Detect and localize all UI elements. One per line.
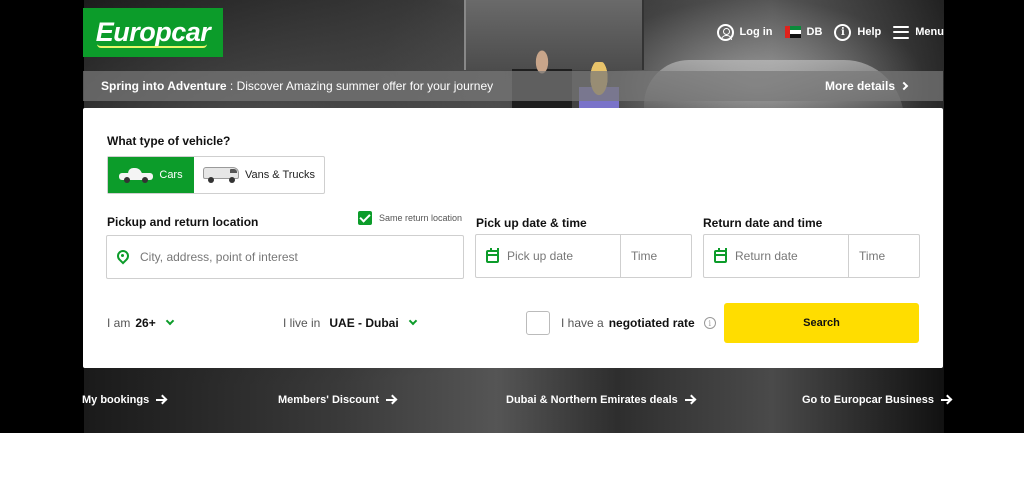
- arrow-right-icon: [156, 395, 166, 405]
- user-icon: [716, 23, 734, 41]
- vehicle-option-vans-trucks[interactable]: Vans & Trucks: [194, 157, 324, 193]
- login-link[interactable]: Log in: [716, 23, 773, 41]
- more-details-link[interactable]: More details: [824, 79, 909, 93]
- return-time-input[interactable]: Time: [848, 235, 919, 277]
- return-label: Return date and time: [703, 216, 823, 230]
- arrow-right-icon: [941, 395, 951, 405]
- age-value: 26+: [135, 316, 156, 330]
- negotiated-rate-checkbox[interactable]: [526, 311, 550, 335]
- residence-prefix: I live in: [283, 316, 321, 330]
- link-members-discount[interactable]: Members' Discount: [278, 394, 396, 406]
- promo-title: Spring into Adventure: [101, 79, 227, 93]
- location-pin-icon: [117, 250, 128, 264]
- promo-description: Discover Amazing summer offer for your j…: [236, 79, 494, 93]
- login-label: Log in: [739, 26, 773, 38]
- link-europcar-business[interactable]: Go to Europcar Business: [802, 394, 951, 406]
- vehicle-option-cars[interactable]: Cars: [108, 157, 194, 193]
- logo-swoosh-icon: [97, 44, 207, 48]
- car-icon: [119, 168, 154, 183]
- vehicle-option-label: Vans & Trucks: [244, 169, 316, 181]
- menu-label: Menu: [915, 26, 944, 38]
- country-selector[interactable]: DB: [784, 26, 823, 38]
- checkbox-checked-icon: [358, 211, 372, 225]
- negotiated-bold-label: negotiated rate: [608, 316, 695, 330]
- location-placeholder: City, address, point of interest: [140, 250, 298, 264]
- promo-text: Spring into Adventure : Discover Amazing…: [101, 79, 493, 93]
- negotiated-prefix: I have a: [561, 316, 604, 330]
- location-label: Pickup and return location: [107, 215, 259, 229]
- country-code: DB: [806, 26, 823, 38]
- van-icon: [202, 167, 239, 183]
- link-label: Go to Europcar Business: [802, 394, 935, 406]
- location-input[interactable]: City, address, point of interest: [106, 235, 464, 279]
- hamburger-menu-icon: [893, 25, 910, 39]
- uae-flag-icon: [784, 26, 801, 38]
- return-time-placeholder: Time: [859, 249, 886, 263]
- help-label: Help: [857, 26, 882, 38]
- calendar-icon: [486, 247, 499, 263]
- chevron-right-icon: [899, 81, 909, 91]
- same-return-label: Same return location: [379, 213, 463, 223]
- quick-links: My bookings Members' Discount Dubai & No…: [82, 394, 951, 410]
- page: Europcar Log in DB i Help Menu Spring in…: [0, 0, 1024, 477]
- info-icon[interactable]: i: [703, 317, 716, 329]
- same-return-location-checkbox[interactable]: Same return location: [358, 211, 462, 225]
- link-label: Dubai & Northern Emirates deals: [506, 394, 678, 406]
- top-navigation: Log in DB i Help Menu: [705, 20, 944, 44]
- europcar-logo[interactable]: Europcar: [83, 8, 223, 57]
- age-selector[interactable]: I am 26+: [107, 316, 174, 330]
- negotiated-rate-option: I have a negotiated rate i: [526, 311, 716, 335]
- residence-value: UAE - Dubai: [329, 316, 399, 330]
- link-label: My bookings: [82, 394, 150, 406]
- pickup-date-input[interactable]: Pick up date: [476, 235, 620, 277]
- calendar-icon: [714, 247, 727, 263]
- pickup-label: Pick up date & time: [476, 216, 587, 230]
- promo-separator: :: [226, 79, 237, 93]
- search-card: What type of vehicle? Cars Vans & Trucks…: [83, 108, 943, 368]
- pickup-date-placeholder: Pick up date: [507, 249, 574, 263]
- help-link[interactable]: i Help: [834, 23, 882, 41]
- promo-banner[interactable]: Spring into Adventure : Discover Amazing…: [83, 71, 943, 101]
- return-date-placeholder: Return date: [735, 249, 798, 263]
- chevron-down-icon: [165, 316, 174, 326]
- arrow-right-icon: [386, 395, 396, 405]
- pickup-time-input[interactable]: Time: [620, 235, 691, 277]
- link-dubai-deals[interactable]: Dubai & Northern Emirates deals: [506, 394, 695, 406]
- age-prefix: I am: [107, 316, 131, 330]
- pickup-datetime-field: Pick up date Time: [475, 234, 692, 278]
- arrow-right-icon: [684, 395, 695, 405]
- menu-button[interactable]: Menu: [893, 25, 944, 39]
- return-datetime-field: Return date Time: [703, 234, 920, 278]
- pickup-time-placeholder: Time: [631, 249, 658, 263]
- link-label: Members' Discount: [278, 394, 380, 406]
- vehicle-type-toggle: Cars Vans & Trucks: [107, 156, 325, 194]
- vehicle-option-label: Cars: [159, 169, 183, 181]
- chevron-down-icon: [408, 316, 417, 326]
- residence-selector[interactable]: I live in UAE - Dubai: [283, 316, 417, 330]
- return-date-input[interactable]: Return date: [704, 235, 848, 277]
- link-my-bookings[interactable]: My bookings: [82, 394, 166, 406]
- more-details-label: More details: [824, 79, 895, 93]
- search-button[interactable]: Search: [724, 303, 919, 343]
- vehicle-type-question: What type of vehicle?: [107, 134, 231, 148]
- info-icon: i: [834, 23, 852, 41]
